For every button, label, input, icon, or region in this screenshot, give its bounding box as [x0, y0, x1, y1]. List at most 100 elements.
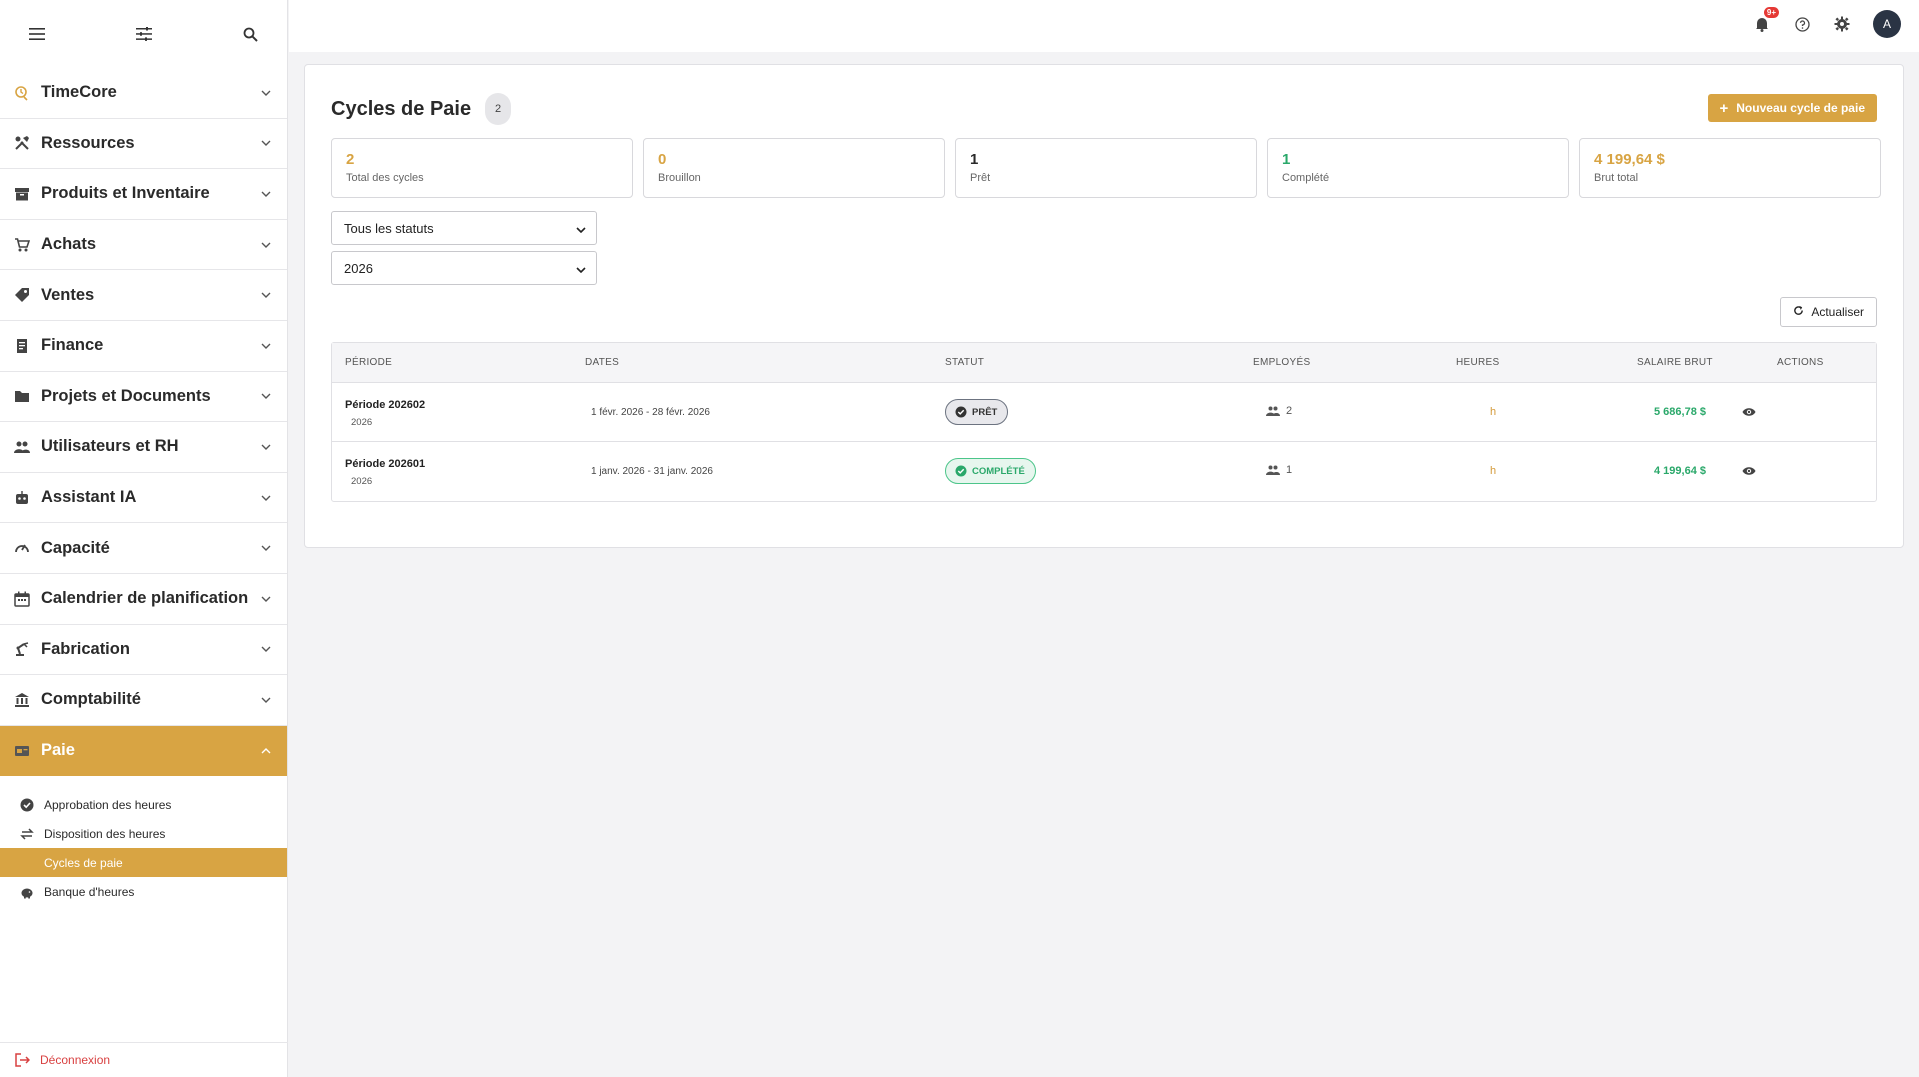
sidebar: TimeCore Ressources Produits et Inventai… — [0, 0, 288, 1077]
status-cell: COMPLÉTÉ — [945, 458, 1036, 484]
sidebar-item-capacite[interactable]: Capacité — [0, 523, 287, 574]
sidebar-item-fabrication[interactable]: Fabrication — [0, 625, 287, 676]
refresh-button[interactable]: Actualiser — [1780, 297, 1877, 327]
new-payroll-cycle-button[interactable]: + Nouveau cycle de paie — [1707, 94, 1877, 122]
notification-badge: 9+ — [1763, 7, 1779, 18]
sidebar-item-label: Capacité — [41, 538, 110, 557]
stat-value: 1 — [970, 151, 979, 168]
submenu-item-approbation[interactable]: Approbation des heures — [0, 790, 287, 819]
table-row[interactable]: Période 202602 2026 1 févr. 2026 - 28 fé… — [332, 383, 1876, 442]
sidebar-item-ventes[interactable]: Ventes — [0, 270, 287, 321]
sidebar-item-comptabilite[interactable]: Comptabilité — [0, 675, 287, 726]
notifications-button[interactable]: 9+ — [1753, 7, 1779, 33]
employee-count: 2 — [1286, 405, 1293, 417]
sidebar-item-label: Achats — [41, 235, 97, 254]
sidebar-item-produits[interactable]: Produits et Inventaire — [0, 169, 287, 220]
sidebar-item-label: Utilisateurs et RH — [41, 437, 179, 456]
logout-icon — [14, 1052, 30, 1068]
column-header-employees: EMPLOYÉS — [1253, 357, 1311, 368]
chevron-down-icon — [259, 187, 273, 201]
sidebar-item-label: Ressources — [41, 133, 135, 152]
employees-cell: 1 — [1266, 464, 1292, 476]
sidebar-item-timecore[interactable]: TimeCore — [0, 68, 287, 119]
stat-draft: 0 Brouillon — [643, 138, 945, 198]
table-row[interactable]: Période 202601 2026 1 janv. 2026 - 31 ja… — [332, 442, 1876, 501]
sidebar-item-label: Projets et Documents — [41, 386, 211, 405]
calendar-icon — [12, 589, 32, 609]
column-header-period: PÉRIODE — [345, 357, 393, 368]
help-button[interactable] — [1793, 15, 1811, 33]
submenu-item-cycles-de-paie[interactable]: Cycles de paie — [0, 848, 287, 878]
sidebar-item-utilisateurs[interactable]: Utilisateurs et RH — [0, 422, 287, 473]
stat-value: 0 — [658, 151, 667, 168]
stat-value: 1 — [1282, 151, 1291, 168]
payroll-icon — [12, 741, 32, 761]
sidebar-item-paie[interactable]: Paie — [0, 725, 287, 777]
chevron-down-icon — [576, 221, 586, 236]
year-filter-select[interactable]: 2026 — [331, 251, 597, 285]
user-avatar[interactable]: A — [1873, 10, 1901, 38]
check-circle-icon — [955, 465, 967, 477]
people-icon — [1266, 406, 1280, 416]
stat-ready: 1 Prêt — [955, 138, 1257, 198]
top-bar: 9+ A — [289, 0, 1919, 52]
status-label: PRÊT — [972, 406, 998, 418]
status-badge: COMPLÉTÉ — [945, 458, 1036, 484]
refresh-icon — [1793, 305, 1804, 319]
period-name: Période 202602 — [345, 399, 426, 411]
sidebar-item-projets[interactable]: Projets et Documents — [0, 372, 287, 423]
stat-value: 4 199,64 $ — [1594, 151, 1665, 168]
stat-label: Brouillon — [658, 172, 701, 184]
title-row: Cycles de Paie 2 — [331, 93, 512, 125]
check-circle-icon — [955, 406, 967, 418]
hours-cell: h — [1490, 406, 1497, 418]
robot-icon — [12, 488, 32, 508]
cycle-count-badge: 2 — [485, 93, 512, 125]
status-filter-select[interactable]: Tous les statuts — [331, 211, 597, 245]
bell-icon — [1756, 18, 1768, 32]
chevron-up-icon — [259, 744, 273, 758]
stat-label: Complété — [1282, 172, 1330, 184]
sidebar-item-label: Finance — [41, 336, 104, 355]
salary-cell: 4 199,64 $ — [1654, 465, 1706, 477]
column-header-hours: HEURES — [1456, 357, 1500, 368]
sidebar-item-assistant-ia[interactable]: Assistant IA — [0, 473, 287, 524]
period-year: 2026 — [351, 417, 373, 428]
people-icon — [12, 437, 32, 457]
eye-icon — [1742, 408, 1756, 416]
payroll-cycles-card: Cycles de Paie 2 + Nouveau cycle de paie… — [304, 64, 1904, 548]
submenu-item-label: Approbation des heures — [44, 797, 172, 812]
view-button[interactable] — [1741, 404, 1757, 420]
stat-label: Total des cycles — [346, 172, 424, 184]
page-title: Cycles de Paie — [331, 97, 472, 120]
chevron-down-icon — [259, 238, 273, 252]
bank-icon — [12, 690, 32, 710]
chevron-down-icon — [576, 261, 586, 276]
view-button[interactable] — [1741, 463, 1757, 479]
salary-cell: 5 686,78 $ — [1654, 406, 1706, 418]
settings-button[interactable] — [1833, 15, 1851, 33]
swap-icon — [20, 827, 34, 841]
payroll-cycles-table: PÉRIODE DATES STATUT EMPLOYÉS HEURES SAL… — [331, 342, 1877, 502]
sidebar-item-calendrier[interactable]: Calendrier de planification — [0, 574, 287, 625]
refresh-label: Actualiser — [1811, 305, 1864, 319]
menu-icon[interactable] — [26, 23, 48, 45]
submenu-item-banque[interactable]: Banque d'heures — [0, 877, 287, 906]
stats-row: 2 Total des cycles 0 Brouillon 1 Prêt 1 … — [331, 138, 1881, 198]
employees-cell: 2 — [1266, 405, 1292, 417]
tune-icon[interactable] — [133, 23, 155, 45]
timecore-icon — [12, 83, 32, 103]
hours-cell: h — [1490, 465, 1497, 477]
submenu-item-disposition[interactable]: Disposition des heures — [0, 819, 287, 848]
chevron-down-icon — [259, 642, 273, 656]
tools-icon — [12, 133, 32, 153]
receipt-icon — [12, 336, 32, 356]
sidebar-item-ressources[interactable]: Ressources — [0, 119, 287, 170]
search-icon[interactable] — [239, 23, 261, 45]
sidebar-item-achats[interactable]: Achats — [0, 220, 287, 271]
chevron-down-icon — [259, 86, 273, 100]
sidebar-item-label: Produits et Inventaire — [41, 184, 210, 203]
sidebar-item-finance[interactable]: Finance — [0, 321, 287, 372]
chevron-down-icon — [259, 440, 273, 454]
logout-button[interactable]: Déconnexion — [0, 1042, 288, 1077]
